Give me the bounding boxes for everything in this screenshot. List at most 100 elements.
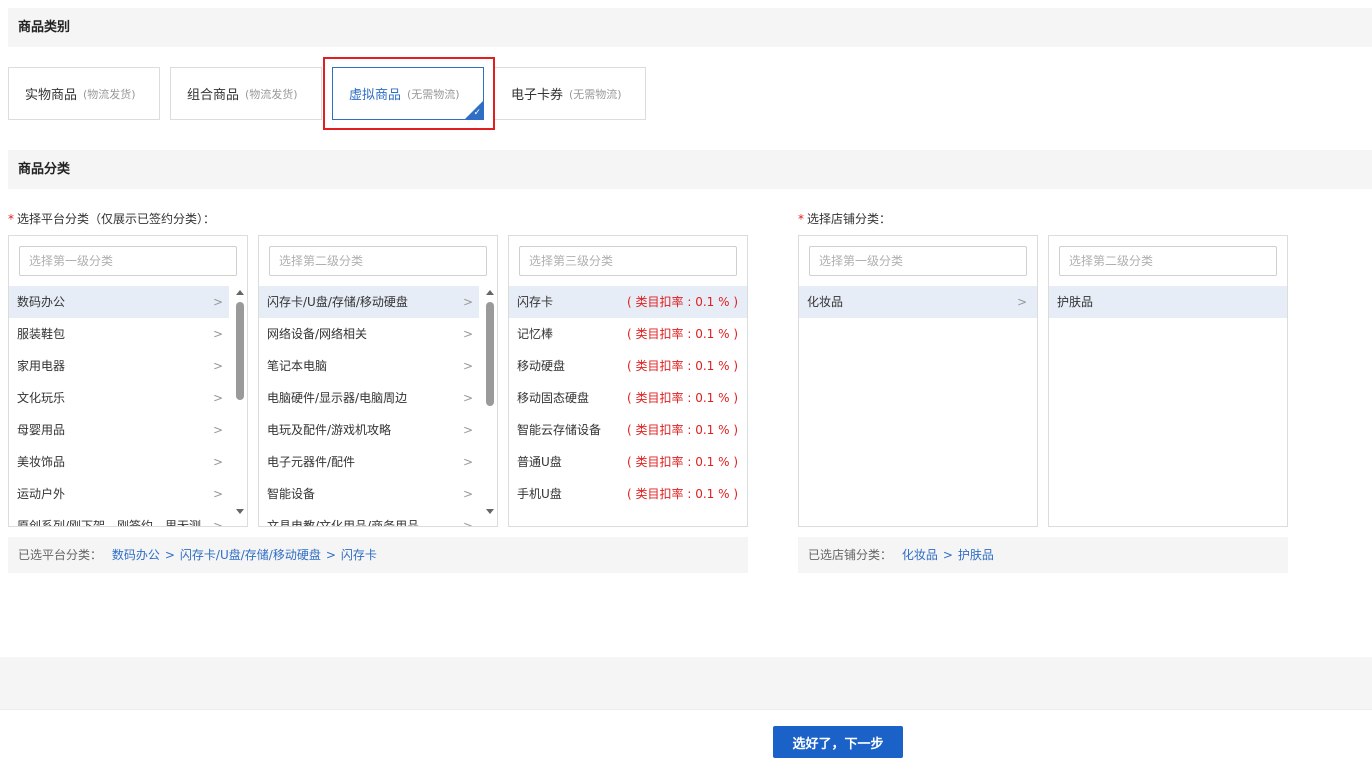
- store-level2-list: 护肤品: [1049, 286, 1287, 318]
- scroll-down-icon[interactable]: [236, 509, 244, 514]
- platform-category-label: * 选择平台分类（仅展示已签约分类）：: [8, 210, 215, 227]
- list-item-label: 记忆棒: [517, 327, 554, 341]
- list-item[interactable]: 普通U盘 ( 类目扣率 : 0.1 % ): [509, 446, 747, 478]
- store-category-label: * 选择店铺分类：: [798, 210, 891, 227]
- breadcrumb-item[interactable]: 化妆品: [902, 548, 938, 562]
- list-item[interactable]: 文具电教/文化用品/商务用品 >: [259, 510, 479, 526]
- type-card-note: (物流发货): [245, 87, 298, 101]
- list-item[interactable]: 文化玩乐 >: [9, 382, 229, 414]
- scrollbar-thumb[interactable]: [236, 302, 244, 400]
- chevron-right-icon: >: [212, 327, 223, 341]
- commission-rate: ( 类目扣率 : 0.1 % ): [627, 391, 738, 405]
- list-item[interactable]: 手机U盘 ( 类目扣率 : 0.1 % ): [509, 478, 747, 510]
- chevron-right-icon: >: [212, 359, 223, 373]
- platform-level2-search-input[interactable]: [269, 246, 487, 276]
- scroll-down-icon[interactable]: [486, 509, 494, 514]
- type-card-virtual[interactable]: 虚拟商品 (无需物流) ✓: [332, 67, 484, 120]
- platform-level1-scrollbar[interactable]: [234, 286, 246, 518]
- list-item[interactable]: 电脑硬件/显示器/电脑周边 >: [259, 382, 479, 414]
- type-card-bundle[interactable]: 组合商品 (物流发货): [170, 67, 322, 120]
- list-item[interactable]: 智能云存储设备 ( 类目扣率 : 0.1 % ): [509, 414, 747, 446]
- list-item-label: 原创系列/刚下架，刚签约，里无测: [17, 519, 202, 527]
- scroll-up-icon[interactable]: [486, 290, 494, 295]
- list-item-label: 数码办公: [17, 295, 66, 309]
- breadcrumb-separator: >: [942, 548, 953, 562]
- list-item-label: 文化玩乐: [17, 391, 66, 405]
- list-item-label: 闪存卡/U盘/存储/移动硬盘: [267, 295, 408, 309]
- list-item[interactable]: 美妆饰品 >: [9, 446, 229, 478]
- platform-level2-list: 闪存卡/U盘/存储/移动硬盘 > 网络设备/网络相关 > 笔记本电脑 > 电脑硬件/显…: [259, 286, 479, 526]
- list-item-label: 移动硬盘: [517, 359, 566, 373]
- scrollbar-thumb[interactable]: [486, 302, 494, 406]
- scroll-up-icon[interactable]: [236, 290, 244, 295]
- chevron-right-icon: >: [1016, 295, 1027, 309]
- footer-spacer: [0, 657, 1372, 709]
- commission-rate: ( 类目扣率 : 0.1 % ): [627, 423, 738, 437]
- commission-rate: ( 类目扣率 : 0.1 % ): [627, 487, 738, 501]
- list-item-label: 移动固态硬盘: [517, 391, 590, 405]
- store-category-label-text: 选择店铺分类：: [807, 212, 892, 226]
- platform-level1-search-input[interactable]: [19, 246, 237, 276]
- breadcrumb-item[interactable]: 护肤品: [958, 548, 994, 562]
- type-card-name: 虚拟商品: [349, 88, 402, 103]
- platform-level3-search-input[interactable]: [519, 246, 737, 276]
- store-level1-search-input[interactable]: [809, 246, 1027, 276]
- list-item-label: 美妆饰品: [17, 455, 66, 469]
- platform-level2-scrollbar[interactable]: [484, 286, 496, 518]
- list-item-label: 网络设备/网络相关: [267, 327, 368, 341]
- chevron-right-icon: >: [212, 487, 223, 501]
- footer-divider: [0, 709, 1372, 710]
- next-step-button[interactable]: 选好了，下一步: [773, 726, 903, 758]
- list-item[interactable]: 记忆棒 ( 类目扣率 : 0.1 % ): [509, 318, 747, 350]
- platform-level1-panel: 数码办公 > 服装鞋包 > 家用电器 > 文化玩乐 > 母婴用品 > 美妆饰品 > 运动户外…: [8, 235, 248, 527]
- breadcrumb-item[interactable]: 闪存卡/U盘/存储/移动硬盘: [180, 548, 321, 562]
- type-card-note: (无需物流): [407, 87, 460, 101]
- breadcrumb-separator: >: [164, 548, 175, 562]
- selected-path-label: 已选平台分类：: [18, 548, 103, 562]
- list-item[interactable]: 电玩及配件/游戏机攻略 >: [259, 414, 479, 446]
- platform-level3-list: 闪存卡( 类目扣率 : 0.1 % ) 记忆棒( 类目扣率 : 0.1 % ) …: [509, 286, 747, 510]
- breadcrumb-separator: >: [325, 548, 336, 562]
- breadcrumb-item[interactable]: 闪存卡: [341, 548, 377, 562]
- list-item[interactable]: 原创系列/刚下架，刚签约，里无测 >: [9, 510, 229, 527]
- required-star: *: [798, 212, 804, 226]
- list-item-label: 运动户外: [17, 487, 66, 501]
- list-item[interactable]: 智能设备 >: [259, 478, 479, 510]
- list-item-label: 智能设备: [267, 487, 316, 501]
- chevron-right-icon: >: [462, 327, 473, 341]
- breadcrumb-item[interactable]: 数码办公: [112, 548, 160, 562]
- list-item[interactable]: 电子元器件/配件 >: [259, 446, 479, 478]
- chevron-right-icon: >: [462, 359, 473, 373]
- chevron-right-icon: >: [462, 423, 473, 437]
- platform-level2-panel: 闪存卡/U盘/存储/移动硬盘 > 网络设备/网络相关 > 笔记本电脑 > 电脑硬件/显…: [258, 235, 498, 527]
- list-item[interactable]: 闪存卡/U盘/存储/移动硬盘 >: [259, 286, 479, 318]
- store-level2-search-input[interactable]: [1059, 246, 1277, 276]
- type-card-note: (物流发货): [83, 87, 136, 101]
- list-item[interactable]: 移动固态硬盘 ( 类目扣率 : 0.1 % ): [509, 382, 747, 414]
- store-selected-path: 已选店铺分类： 化妆品 > 护肤品: [798, 537, 1288, 573]
- list-item[interactable]: 移动硬盘 ( 类目扣率 : 0.1 % ): [509, 350, 747, 382]
- list-item[interactable]: 母婴用品 >: [9, 414, 229, 446]
- list-item[interactable]: 闪存卡 ( 类目扣率 : 0.1 % ): [509, 286, 747, 318]
- type-card-ecard[interactable]: 电子卡券 (无需物流): [494, 67, 646, 120]
- list-item[interactable]: 化妆品 >: [799, 286, 1037, 318]
- list-item[interactable]: 数码办公 >: [9, 286, 229, 318]
- type-card-physical[interactable]: 实物商品 (物流发货): [8, 67, 160, 120]
- list-item[interactable]: 服装鞋包 >: [9, 318, 229, 350]
- classification-header: 商品分类: [8, 150, 1372, 189]
- check-icon: ✓: [473, 108, 481, 118]
- list-item[interactable]: 家用电器 >: [9, 350, 229, 382]
- store-level1-list: 化妆品 >: [799, 286, 1037, 318]
- store-level2-panel: 护肤品: [1048, 235, 1288, 527]
- list-item-label: 普通U盘: [517, 455, 562, 469]
- list-item-label: 服装鞋包: [17, 327, 66, 341]
- list-item-label: 智能云存储设备: [517, 423, 602, 437]
- list-item-label: 电玩及配件/游戏机攻略: [267, 423, 392, 437]
- chevron-right-icon: >: [462, 295, 473, 309]
- list-item-label: 母婴用品: [17, 423, 66, 437]
- list-item[interactable]: 网络设备/网络相关 >: [259, 318, 479, 350]
- list-item[interactable]: 运动户外 >: [9, 478, 229, 510]
- list-item[interactable]: 护肤品: [1049, 286, 1287, 318]
- chevron-right-icon: >: [212, 519, 223, 527]
- list-item[interactable]: 笔记本电脑 >: [259, 350, 479, 382]
